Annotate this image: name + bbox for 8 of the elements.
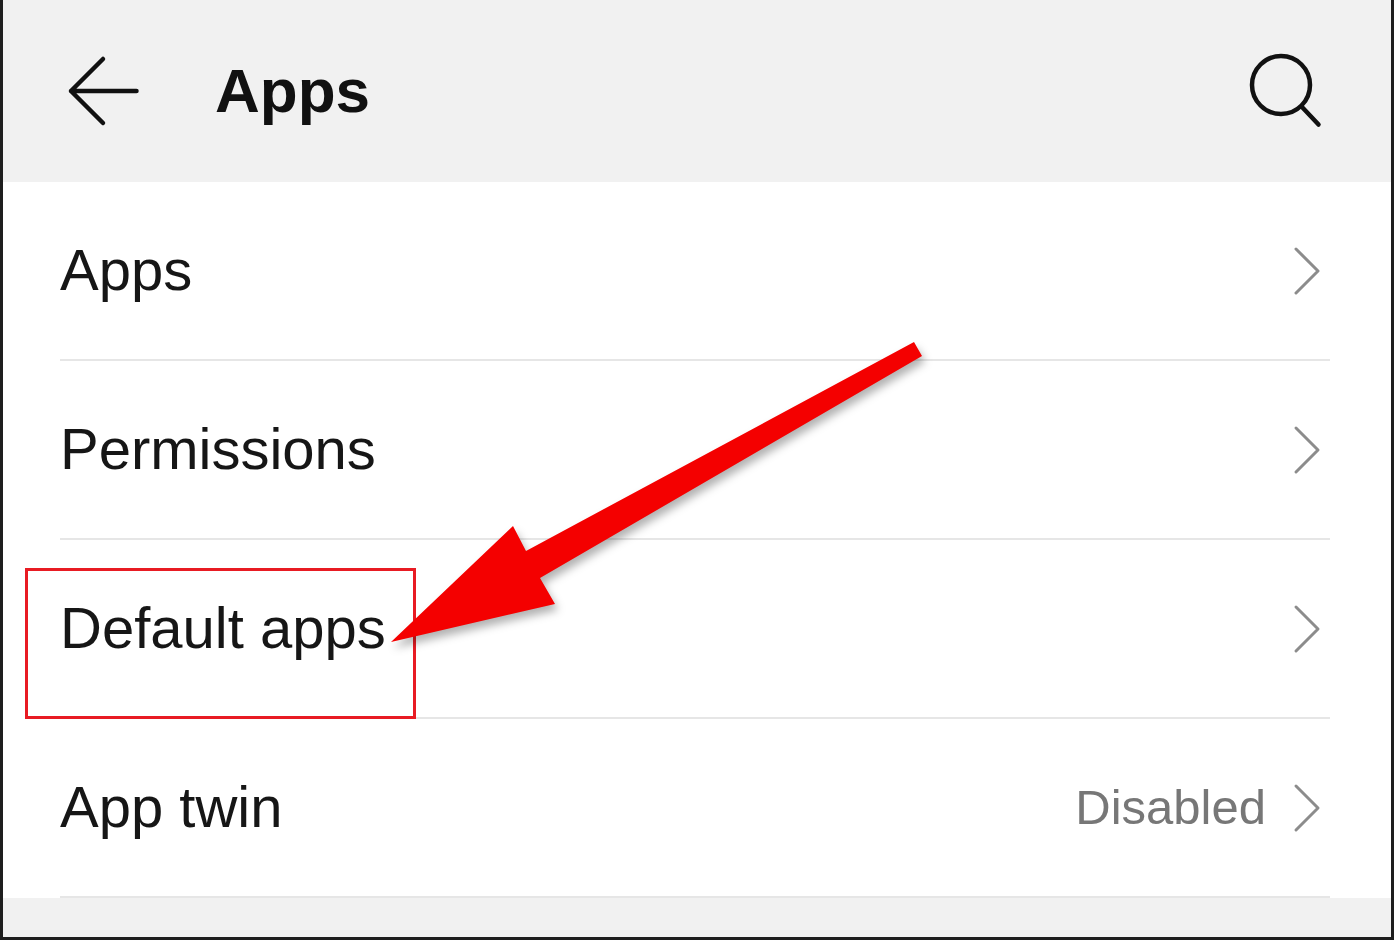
chevron-right-icon (1293, 424, 1321, 475)
chevron-right-icon (1293, 782, 1321, 833)
status-value: Disabled (1075, 779, 1266, 836)
search-icon[interactable] (1248, 52, 1322, 128)
screen-title: Apps (215, 56, 371, 126)
chevron-right-icon (1293, 603, 1321, 654)
chevron-right-icon (1293, 245, 1321, 296)
back-arrow-icon[interactable] (67, 55, 139, 127)
